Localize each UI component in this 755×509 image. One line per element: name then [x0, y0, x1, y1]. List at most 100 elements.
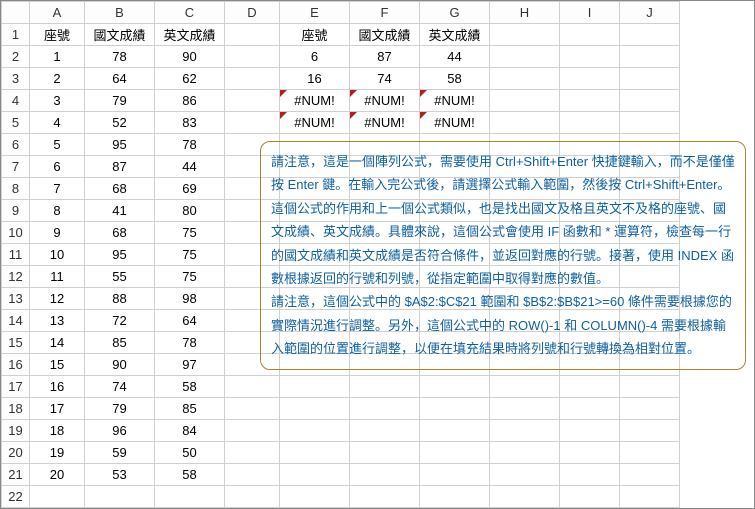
- row-hdr[interactable]: 3: [2, 68, 30, 90]
- row-hdr[interactable]: 5: [2, 112, 30, 134]
- cell-C19[interactable]: 84: [155, 420, 225, 442]
- cell-B14[interactable]: 72: [85, 310, 155, 332]
- cell-A21[interactable]: 20: [30, 464, 85, 486]
- row-hdr[interactable]: 16: [2, 354, 30, 376]
- cell-C7[interactable]: 44: [155, 156, 225, 178]
- cell-E5[interactable]: #NUM!: [280, 112, 350, 134]
- cell-A15[interactable]: 14: [30, 332, 85, 354]
- cell-A17[interactable]: 16: [30, 376, 85, 398]
- cell-B10[interactable]: 68: [85, 222, 155, 244]
- cell-B22[interactable]: [85, 486, 155, 508]
- cell-F22[interactable]: [350, 486, 420, 508]
- cell-E20[interactable]: [280, 442, 350, 464]
- cell-I3[interactable]: [560, 68, 620, 90]
- col-hdr-B[interactable]: B: [85, 2, 155, 24]
- cell-D21[interactable]: [225, 464, 280, 486]
- cell-C4[interactable]: 86: [155, 90, 225, 112]
- cell-C22[interactable]: [155, 486, 225, 508]
- cell-A19[interactable]: 18: [30, 420, 85, 442]
- cell-F17[interactable]: [350, 376, 420, 398]
- row-hdr[interactable]: 4: [2, 90, 30, 112]
- cell-D20[interactable]: [225, 442, 280, 464]
- cell-A5[interactable]: 4: [30, 112, 85, 134]
- cell-G5[interactable]: #NUM!: [420, 112, 490, 134]
- row-hdr[interactable]: 6: [2, 134, 30, 156]
- cell-D5[interactable]: [225, 112, 280, 134]
- cell-E18[interactable]: [280, 398, 350, 420]
- cell-D3[interactable]: [225, 68, 280, 90]
- cell-C17[interactable]: 58: [155, 376, 225, 398]
- cell-C15[interactable]: 78: [155, 332, 225, 354]
- row-hdr[interactable]: 11: [2, 244, 30, 266]
- cell-J5[interactable]: [620, 112, 680, 134]
- cell-B1[interactable]: 國文成績: [85, 24, 155, 46]
- cell-A16[interactable]: 15: [30, 354, 85, 376]
- cell-B20[interactable]: 59: [85, 442, 155, 464]
- cell-C21[interactable]: 58: [155, 464, 225, 486]
- cell-A7[interactable]: 6: [30, 156, 85, 178]
- cell-C3[interactable]: 62: [155, 68, 225, 90]
- cell-B3[interactable]: 64: [85, 68, 155, 90]
- cell-C16[interactable]: 97: [155, 354, 225, 376]
- cell-H3[interactable]: [490, 68, 560, 90]
- cell-A9[interactable]: 8: [30, 200, 85, 222]
- cell-C11[interactable]: 75: [155, 244, 225, 266]
- cell-H21[interactable]: [490, 464, 560, 486]
- cell-J19[interactable]: [620, 420, 680, 442]
- cell-G1[interactable]: 英文成績: [420, 24, 490, 46]
- cell-E22[interactable]: [280, 486, 350, 508]
- col-hdr-J[interactable]: J: [620, 2, 680, 24]
- cell-E3[interactable]: 16: [280, 68, 350, 90]
- cell-A1[interactable]: 座號: [30, 24, 85, 46]
- cell-J4[interactable]: [620, 90, 680, 112]
- cell-C14[interactable]: 64: [155, 310, 225, 332]
- cell-B18[interactable]: 79: [85, 398, 155, 420]
- cell-D18[interactable]: [225, 398, 280, 420]
- cell-H18[interactable]: [490, 398, 560, 420]
- cell-G3[interactable]: 58: [420, 68, 490, 90]
- cell-A18[interactable]: 17: [30, 398, 85, 420]
- cell-G20[interactable]: [420, 442, 490, 464]
- cell-I1[interactable]: [560, 24, 620, 46]
- cell-J20[interactable]: [620, 442, 680, 464]
- row-hdr[interactable]: 17: [2, 376, 30, 398]
- cell-H19[interactable]: [490, 420, 560, 442]
- col-hdr-H[interactable]: H: [490, 2, 560, 24]
- cell-H2[interactable]: [490, 46, 560, 68]
- cell-D22[interactable]: [225, 486, 280, 508]
- row-hdr[interactable]: 21: [2, 464, 30, 486]
- cell-H17[interactable]: [490, 376, 560, 398]
- cell-B5[interactable]: 52: [85, 112, 155, 134]
- cell-A20[interactable]: 19: [30, 442, 85, 464]
- cell-F1[interactable]: 國文成績: [350, 24, 420, 46]
- cell-A22[interactable]: [30, 486, 85, 508]
- cell-B17[interactable]: 74: [85, 376, 155, 398]
- cell-E21[interactable]: [280, 464, 350, 486]
- cell-D2[interactable]: [225, 46, 280, 68]
- cell-C20[interactable]: 50: [155, 442, 225, 464]
- cell-C18[interactable]: 85: [155, 398, 225, 420]
- cell-A10[interactable]: 9: [30, 222, 85, 244]
- cell-A6[interactable]: 5: [30, 134, 85, 156]
- cell-I19[interactable]: [560, 420, 620, 442]
- row-hdr[interactable]: 10: [2, 222, 30, 244]
- cell-B12[interactable]: 55: [85, 266, 155, 288]
- cell-B15[interactable]: 85: [85, 332, 155, 354]
- cell-J18[interactable]: [620, 398, 680, 420]
- cell-F19[interactable]: [350, 420, 420, 442]
- cell-A3[interactable]: 2: [30, 68, 85, 90]
- cell-C5[interactable]: 83: [155, 112, 225, 134]
- col-hdr-C[interactable]: C: [155, 2, 225, 24]
- col-hdr-F[interactable]: F: [350, 2, 420, 24]
- col-hdr-G[interactable]: G: [420, 2, 490, 24]
- cell-C12[interactable]: 75: [155, 266, 225, 288]
- cell-J3[interactable]: [620, 68, 680, 90]
- cell-C9[interactable]: 80: [155, 200, 225, 222]
- cell-C1[interactable]: 英文成績: [155, 24, 225, 46]
- cell-G2[interactable]: 44: [420, 46, 490, 68]
- cell-D4[interactable]: [225, 90, 280, 112]
- cell-E19[interactable]: [280, 420, 350, 442]
- cell-I18[interactable]: [560, 398, 620, 420]
- cell-G18[interactable]: [420, 398, 490, 420]
- col-hdr-A[interactable]: A: [30, 2, 85, 24]
